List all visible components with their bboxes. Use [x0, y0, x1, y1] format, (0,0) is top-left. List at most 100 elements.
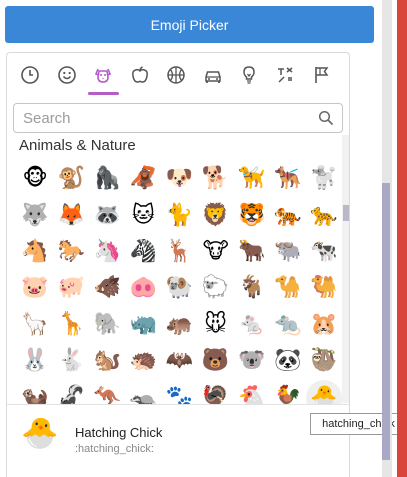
- category-food[interactable]: [122, 53, 159, 97]
- emoji-item[interactable]: 🐁: [234, 307, 270, 343]
- emoji-row: 🐺 🦊 🦝 🐱 🐈 🦁 🐯 🐅 🐆: [17, 197, 342, 233]
- emoji-item[interactable]: 🐄: [306, 234, 342, 270]
- category-travel[interactable]: [195, 53, 232, 97]
- emoji-item[interactable]: 🐔: [234, 380, 270, 404]
- emoji-item[interactable]: 🦍: [89, 161, 125, 197]
- emoji-item[interactable]: 🦓: [125, 234, 161, 270]
- emoji-item[interactable]: 🐷: [17, 270, 53, 306]
- category-symbols[interactable]: [268, 53, 305, 97]
- emoji-item[interactable]: 🐘: [89, 307, 125, 343]
- emoji-item[interactable]: 🐑: [198, 270, 234, 306]
- emoji-item[interactable]: 🦇: [161, 343, 197, 379]
- smiley-icon: [57, 66, 76, 84]
- emoji-item[interactable]: 🐻: [198, 343, 234, 379]
- emoji-item[interactable]: 🐨: [234, 343, 270, 379]
- emoji-item[interactable]: 🐓: [270, 380, 306, 404]
- emoji-item[interactable]: 🐆: [306, 198, 342, 234]
- emoji-row: 🦙 🦒 🐘 🦏 🦛 🐭 🐁 🐀 🐹: [17, 307, 342, 343]
- emoji-item[interactable]: 🦮: [234, 161, 270, 197]
- page: Emoji Picker Search Animals & Nature 🐵 🐒…: [0, 0, 407, 477]
- grid-scrollbar[interactable]: [342, 135, 349, 403]
- emoji-item[interactable]: 🦘: [89, 380, 125, 404]
- search-input[interactable]: [14, 104, 314, 132]
- emoji-item[interactable]: 🐮: [198, 234, 234, 270]
- search-box: [13, 103, 343, 133]
- emoji-item[interactable]: 🦏: [125, 307, 161, 343]
- emoji-item[interactable]: 🐺: [17, 198, 53, 234]
- emoji-item[interactable]: 🐐: [234, 270, 270, 306]
- clock-icon: [21, 66, 40, 84]
- emoji-item[interactable]: 🐾: [161, 380, 197, 404]
- category-animals[interactable]: [85, 53, 122, 97]
- category-smileys[interactable]: [49, 53, 86, 97]
- emoji-item[interactable]: 🦄: [89, 234, 125, 270]
- emoji-item[interactable]: 🦥: [306, 343, 342, 379]
- preview-emoji: 🐣: [21, 416, 59, 451]
- emoji-preview: 🐣 Hatching Chick :hatching_chick:: [7, 404, 349, 477]
- emoji-item[interactable]: 🐃: [270, 234, 306, 270]
- emoji-tooltip: hatching_chick: [310, 413, 407, 435]
- emoji-item[interactable]: 🐶: [161, 161, 197, 197]
- emoji-item[interactable]: 🦡: [125, 380, 161, 404]
- emoji-item[interactable]: 🦒: [53, 307, 89, 343]
- preview-shortname: :hatching_chick:: [75, 443, 154, 455]
- emoji-item[interactable]: 🐵: [17, 161, 53, 197]
- category-flags[interactable]: [304, 53, 341, 97]
- emoji-item[interactable]: 🦝: [89, 198, 125, 234]
- preview-name: Hatching Chick: [75, 425, 163, 440]
- emoji-item[interactable]: 🦧: [125, 161, 161, 197]
- bulb-icon: [243, 66, 256, 84]
- car-icon: [205, 71, 221, 83]
- emoji-item[interactable]: 🐂: [234, 234, 270, 270]
- emoji-item[interactable]: 🐪: [270, 270, 306, 306]
- emoji-row: 🐷 🐖 🐗 🐽 🐏 🐑 🐐 🐪 🐫: [17, 270, 342, 306]
- emoji-item[interactable]: 🐎: [53, 234, 89, 270]
- emoji-item[interactable]: 🦌: [161, 234, 197, 270]
- category-recent[interactable]: [12, 53, 49, 97]
- emoji-item[interactable]: 🐩: [306, 161, 342, 197]
- emoji-item[interactable]: 🦊: [53, 198, 89, 234]
- emoji-item[interactable]: 🦦: [17, 380, 53, 404]
- emoji-item[interactable]: 🐕: [198, 161, 234, 197]
- emoji-item[interactable]: 🐇: [53, 343, 89, 379]
- ball-icon: [167, 66, 185, 84]
- emoji-picker-panel: Animals & Nature 🐵🐒🦍🦧🐶🐕🦮🐕‍🦺🐩🐺🦊🦝🐱🐈🦁🐯🐅🐆🐴🐎🦄…: [6, 52, 350, 477]
- emoji-item[interactable]: 🐰: [17, 343, 53, 379]
- emoji-item[interactable]: 🐕‍🦺: [270, 161, 306, 197]
- flags-icon: [315, 67, 329, 83]
- emoji-item[interactable]: 🐈: [161, 198, 197, 234]
- grid-scroll-thumb[interactable]: [343, 205, 349, 221]
- emoji-row: 🐵 🐒 🦍 🦧 🐶 🐕 🦮 🐕‍🦺 🐩: [17, 161, 342, 197]
- search-icon[interactable]: [318, 110, 334, 126]
- apple-icon: [131, 66, 148, 83]
- emoji-item[interactable]: 🐴: [17, 234, 53, 270]
- emoji-item[interactable]: 🦛: [161, 307, 197, 343]
- emoji-item[interactable]: 🐒: [53, 161, 89, 197]
- emoji-item[interactable]: 🐅: [270, 198, 306, 234]
- emoji-item[interactable]: 🦙: [17, 307, 53, 343]
- emoji-grid: 🐵 🐒 🦍 🦧 🐶 🐕 🦮 🐕‍🦺 🐩 🐺 🦊 🦝 🐱 🐈 🦁 🐯 🐅 🐆 🐴 🐎 🦄 🦓 🦌 🐮 🐂 🐃 🐄 🐷 🐖 🐗 🐽 🐏 🐑 🐐 🐪 🐫 🦙 🦒…: [17, 161, 342, 404]
- category-bar: [7, 53, 349, 97]
- emoji-item[interactable]: 🐹: [306, 307, 342, 343]
- emoji-item[interactable]: 🐣: [305, 379, 342, 404]
- emoji-item[interactable]: 🐗: [89, 270, 125, 306]
- emoji-item[interactable]: 🐏: [161, 270, 197, 306]
- emoji-picker-button[interactable]: Emoji Picker: [5, 6, 374, 43]
- page-scroll-thumb[interactable]: [382, 183, 390, 460]
- emoji-row: 🦦 🦨 🦘 🦡 🐾 🦃 🐔 🐓 🐣: [17, 379, 342, 404]
- emoji-item[interactable]: 🐭: [198, 307, 234, 343]
- emoji-item[interactable]: 🐖: [53, 270, 89, 306]
- emoji-item[interactable]: 🐫: [306, 270, 342, 306]
- emoji-item[interactable]: 🦃: [198, 380, 234, 404]
- emoji-item[interactable]: 🐽: [125, 270, 161, 306]
- emoji-item[interactable]: 🦁: [198, 198, 234, 234]
- emoji-item[interactable]: 🐯: [234, 198, 270, 234]
- emoji-item[interactable]: 🦔: [125, 343, 161, 379]
- category-activity[interactable]: [158, 53, 195, 97]
- emoji-item[interactable]: 🐿️: [89, 343, 125, 379]
- emoji-item[interactable]: 🐱: [125, 198, 161, 234]
- emoji-item[interactable]: 🦨: [53, 380, 89, 404]
- emoji-item[interactable]: 🐀: [270, 307, 306, 343]
- emoji-item[interactable]: 🐼: [270, 343, 306, 379]
- category-objects[interactable]: [231, 53, 268, 97]
